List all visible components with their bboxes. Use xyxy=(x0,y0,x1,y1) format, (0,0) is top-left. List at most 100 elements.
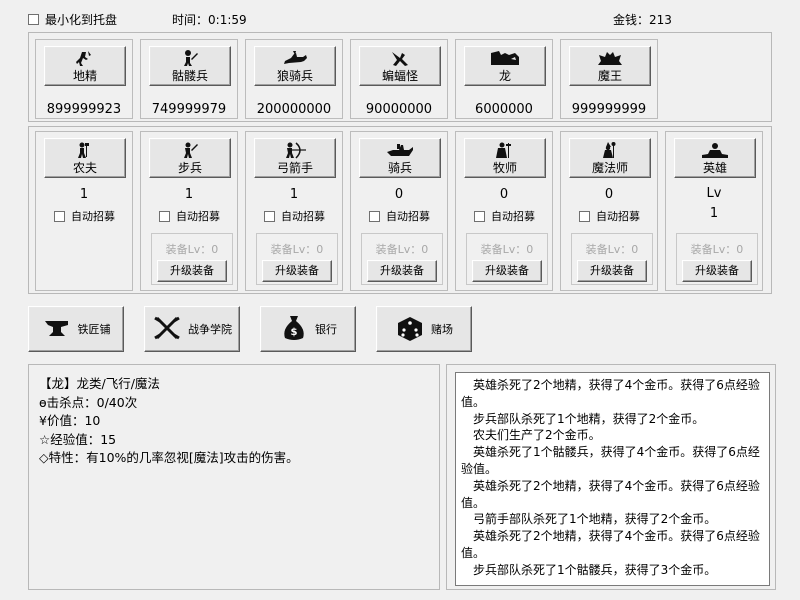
monster-cell: 狼骑兵 200000000 xyxy=(245,39,343,119)
monster-info-trait: ◇特性：有10%的几率忽视[魔法]攻击的伤害。 xyxy=(39,450,299,465)
monster-count: 90000000 xyxy=(365,102,433,117)
auto-recruit-checkbox[interactable]: 自动招募 xyxy=(369,208,430,224)
checkbox-box[interactable] xyxy=(159,210,170,222)
monster-name: 地精 xyxy=(72,69,97,83)
log-entry: 英雄杀死了1个骷髅兵，获得了4个金币。获得了6点经验值。 xyxy=(461,445,760,476)
recruit-mage-button[interactable]: 魔法师 xyxy=(569,138,651,178)
checkbox-box[interactable] xyxy=(54,210,65,222)
auto-recruit-checkbox[interactable]: 自动招募 xyxy=(54,208,115,224)
recruit-infantry-button[interactable]: 步兵 xyxy=(149,138,231,178)
checkbox-box[interactable] xyxy=(579,210,590,222)
demon-king-icon xyxy=(570,49,650,69)
auto-recruit-label: 自动招募 xyxy=(491,210,535,223)
archer-icon xyxy=(255,141,335,161)
monster-info-kills: ɵ击杀点：0/40次 xyxy=(39,394,138,410)
equipment-box: 装备Lv：0 升级装备 xyxy=(361,233,443,285)
wolf-rider-icon xyxy=(255,49,335,69)
unit-name: 魔法师 xyxy=(591,161,628,175)
checkbox-box[interactable] xyxy=(369,210,380,222)
log-entry: 英雄杀死了2个地精，获得了4个金币。获得了6点经验值。 xyxy=(461,478,760,510)
unit-name: 农夫 xyxy=(72,161,97,175)
equipment-box: 装备Lv：0 升级装备 xyxy=(151,233,233,285)
equipment-level: 装备Lv：0 xyxy=(165,243,219,256)
farmer-icon xyxy=(45,141,125,161)
time-display: 时间：0:1:59 xyxy=(172,11,247,28)
monster-button-dragon[interactable]: 龙 xyxy=(464,46,546,86)
hero-icon xyxy=(675,141,755,161)
auto-recruit-checkbox[interactable]: 自动招募 xyxy=(159,208,220,224)
hero-lv-label: Lv xyxy=(706,186,722,201)
building-label: 赌场 xyxy=(431,323,453,336)
unit-count: 0 xyxy=(604,187,614,202)
auto-recruit-checkbox[interactable]: 自动招募 xyxy=(264,208,325,224)
monster-cell: 地精 899999923 xyxy=(35,39,133,119)
monster-name: 蝙蝠怪 xyxy=(381,69,418,83)
auto-recruit-label: 自动招募 xyxy=(386,210,430,223)
unit-cell-archer: 弓箭手 1 自动招募 装备Lv：0 升级装备 xyxy=(245,131,343,291)
auto-recruit-label: 自动招募 xyxy=(281,210,325,223)
bank-button[interactable]: $ 银行 xyxy=(260,306,356,352)
minimize-to-tray-checkbox[interactable]: 最小化到托盘 xyxy=(28,11,117,28)
checkbox-box[interactable] xyxy=(264,210,275,222)
equipment-box: 装备Lv：0 升级装备 xyxy=(466,233,548,285)
time-value: 0:1:59 xyxy=(208,13,247,27)
monster-button-goblin[interactable]: 地精 xyxy=(44,46,126,86)
money-label: 金钱： xyxy=(613,13,650,27)
auto-recruit-label: 自动招募 xyxy=(176,210,220,223)
monster-button-bat[interactable]: 蝙蝠怪 xyxy=(359,46,441,86)
unit-panel: 农夫 1 自动招募 步兵 1 自动招募 装备Lv：0 升级装备 弓箭手 1 自动… xyxy=(28,126,772,294)
equipment-level: 装备Lv：0 xyxy=(690,243,744,256)
auto-recruit-label: 自动招募 xyxy=(596,210,640,223)
dice-icon xyxy=(395,313,425,346)
auto-recruit-checkbox[interactable]: 自动招募 xyxy=(474,208,535,224)
monster-name: 骷髅兵 xyxy=(171,69,208,83)
money-value: 213 xyxy=(649,13,672,27)
battle-log-textbox[interactable]: 英雄杀死了2个地精，获得了4个金币。获得了6点经验值。 步兵部队杀死了1个地精，… xyxy=(455,372,770,586)
monster-info-panel: 【龙】龙类/飞行/魔法 ɵ击杀点：0/40次 ¥价值：10 ☆经验值：15 ◇特… xyxy=(28,364,440,590)
skeleton-icon xyxy=(150,49,230,69)
equipment-box: 装备Lv：0 升级装备 xyxy=(676,233,758,285)
time-label: 时间： xyxy=(172,13,209,27)
recruit-cavalry-button[interactable]: 骑兵 xyxy=(359,138,441,178)
hero-name: 英雄 xyxy=(702,161,727,175)
log-entry: 弓箭手部队杀死了1个地精，获得了2个金币。 xyxy=(473,512,717,527)
recruit-archer-button[interactable]: 弓箭手 xyxy=(254,138,336,178)
war-academy-button[interactable]: 战争学院 xyxy=(144,306,240,352)
upgrade-equipment-button[interactable]: 升级装备 xyxy=(367,260,437,282)
monster-button-wolf-rider[interactable]: 狼骑兵 xyxy=(254,46,336,86)
unit-cell-hero: 英雄 Lv 1 装备Lv：0 升级装备 xyxy=(665,131,763,291)
blacksmith-button[interactable]: 铁匠铺 xyxy=(28,306,124,352)
upgrade-equipment-button[interactable]: 升级装备 xyxy=(262,260,332,282)
equipment-level: 装备Lv：0 xyxy=(270,243,324,256)
unit-cell-priest: 牧师 0 自动招募 装备Lv：0 升级装备 xyxy=(455,131,553,291)
auto-recruit-checkbox[interactable]: 自动招募 xyxy=(579,208,640,224)
monster-cell: 龙 6000000 xyxy=(455,39,553,119)
casino-button[interactable]: 赌场 xyxy=(376,306,472,352)
unit-count: 1 xyxy=(289,187,299,202)
checkbox-box[interactable] xyxy=(474,210,485,222)
upgrade-equipment-button[interactable]: 升级装备 xyxy=(472,260,542,282)
goblin-icon xyxy=(45,49,125,69)
checkbox-box[interactable] xyxy=(28,14,39,25)
log-entry: 步兵部队杀死了1个骷髅兵，获得了3个金币。 xyxy=(473,562,717,577)
upgrade-equipment-button[interactable]: 升级装备 xyxy=(577,260,647,282)
recruit-farmer-button[interactable]: 农夫 xyxy=(44,138,126,178)
monster-info-value: ¥价值：10 xyxy=(39,413,101,428)
unit-count: 0 xyxy=(499,187,509,202)
monster-name: 龙 xyxy=(498,69,511,83)
monster-button-demon-king[interactable]: 魔王 xyxy=(569,46,651,86)
cavalry-icon xyxy=(360,141,440,161)
priest-icon xyxy=(465,141,545,161)
upgrade-equipment-button[interactable]: 升级装备 xyxy=(157,260,227,282)
recruit-priest-button[interactable]: 牧师 xyxy=(464,138,546,178)
battle-log-panel: 英雄杀死了2个地精，获得了4个金币。获得了6点经验值。 步兵部队杀死了1个地精，… xyxy=(446,364,776,590)
unit-cell-farmer: 农夫 1 自动招募 xyxy=(35,131,133,291)
equipment-box: 装备Lv：0 升级装备 xyxy=(571,233,653,285)
upgrade-equipment-button[interactable]: 升级装备 xyxy=(682,260,752,282)
hero-lv-value: 1 xyxy=(709,206,719,221)
hero-button[interactable]: 英雄 xyxy=(674,138,756,178)
unit-name: 步兵 xyxy=(177,161,202,175)
unit-name: 牧师 xyxy=(492,161,517,175)
monster-button-skeleton[interactable]: 骷髅兵 xyxy=(149,46,231,86)
log-entry: 英雄杀死了2个地精，获得了4个金币。获得了6点经验值。 xyxy=(461,529,760,560)
